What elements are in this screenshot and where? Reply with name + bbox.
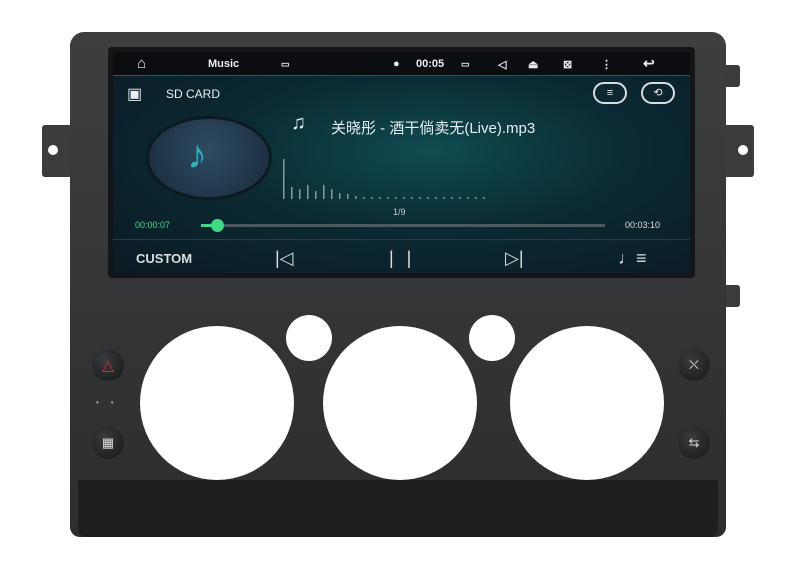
right-air-vent — [510, 326, 664, 480]
spectrum-bar — [483, 197, 485, 199]
previous-icon[interactable]: |◁ — [275, 248, 294, 269]
duration-time: 00:03:10 — [625, 220, 661, 230]
spectrum-bar — [331, 189, 333, 199]
spectrum-bar — [323, 185, 325, 199]
clock: 00:05 — [416, 58, 445, 70]
hazard-button[interactable]: △ — [92, 349, 124, 381]
rear-defrost-button[interactable]: ▦ — [92, 427, 124, 459]
center-air-vent — [323, 326, 477, 480]
spectrum-bar — [411, 197, 413, 199]
spectrum-bar — [347, 194, 349, 199]
volume-icon[interactable]: ◁ — [498, 58, 506, 71]
spectrum-bar — [419, 197, 421, 199]
spectrum-bar — [307, 185, 309, 199]
spectrum-bar — [475, 197, 477, 199]
right-mount-bracket — [722, 125, 754, 177]
track-position: 1/9 — [393, 207, 406, 217]
spectrum-bar — [403, 197, 405, 199]
indicator-dots: •• — [96, 398, 126, 407]
left-knob-opening — [286, 315, 332, 361]
app-title: Music — [208, 58, 240, 70]
spectrum-bar — [299, 189, 301, 199]
spectrum-bar — [435, 197, 437, 199]
spectrum-bar — [379, 197, 381, 199]
spectrum-bar — [355, 196, 357, 199]
elapsed-time: 00:00:07 — [135, 220, 171, 230]
progress-slider[interactable] — [201, 219, 605, 232]
image-icon: ▭ — [281, 59, 290, 69]
spectrum-bar — [459, 197, 461, 199]
recirculation-car-icon: ⇆ — [688, 435, 700, 450]
defrost-icon: ▦ — [101, 435, 115, 450]
seatbelt-icon: ⛌ — [689, 357, 699, 372]
equalizer-button[interactable]: ≡ — [593, 82, 627, 104]
music-note-icon: ♪ — [187, 133, 207, 177]
spectrum-bar — [291, 187, 293, 199]
spectrum-bar — [443, 197, 445, 199]
control-divider — [113, 239, 690, 240]
back-icon[interactable]: ↩ — [643, 55, 655, 72]
source-label[interactable]: SD CARD — [166, 87, 220, 101]
repeat-button[interactable]: ⟲ — [641, 82, 675, 104]
spectrum-visualizer — [283, 159, 485, 199]
status-bar: ⌂ Music ▭ ● 00:05 ▭ ◁ ⏏ ⊠ ⋮ ↩ — [113, 52, 690, 76]
home-icon[interactable]: ⌂ — [137, 55, 146, 72]
lower-panel — [78, 480, 718, 537]
spectrum-bar — [427, 197, 429, 199]
spectrum-bar — [283, 159, 285, 199]
air-recirculation-button[interactable]: ⇆ — [678, 427, 710, 459]
hazard-icon: △ — [102, 357, 114, 374]
progress-thumb[interactable] — [211, 219, 225, 232]
spectrum-bar — [395, 197, 397, 199]
custom-button[interactable]: CUSTOM — [136, 251, 192, 266]
pause-icon[interactable]: | | — [389, 248, 415, 269]
location-icon: ● — [393, 58, 400, 70]
music-screen: ⌂ Music ▭ ● 00:05 ▭ ◁ ⏏ ⊠ ⋮ ↩ ▣ SD CARD … — [113, 52, 690, 273]
spectrum-bar — [467, 197, 469, 199]
spectrum-bar — [451, 197, 453, 199]
right-knob-opening — [469, 315, 515, 361]
track-note-icon: ♫ — [291, 112, 306, 134]
eject-icon[interactable]: ⏏ — [528, 58, 538, 71]
track-title: 关晓彤 - 酒干倘卖无(Live).mp3 — [331, 120, 536, 137]
more-icon[interactable]: ⋮ — [601, 58, 612, 71]
spectrum-bar — [363, 197, 365, 199]
spectrum-bar — [387, 197, 389, 199]
left-air-vent — [140, 326, 294, 480]
battery-icon: ▭ — [461, 59, 470, 69]
passenger-airbag-button[interactable]: ⛌ — [678, 349, 710, 381]
spectrum-bar — [339, 193, 341, 199]
screen-off-icon[interactable]: ⊠ — [563, 58, 572, 71]
next-icon[interactable]: ▷| — [505, 248, 524, 269]
album-art: ♪ — [146, 116, 272, 200]
playlist-icon[interactable]: ♩≡ — [618, 248, 647, 269]
sd-card-icon[interactable]: ▣ — [127, 84, 142, 104]
spectrum-bar — [371, 197, 373, 199]
spectrum-bar — [315, 191, 317, 199]
